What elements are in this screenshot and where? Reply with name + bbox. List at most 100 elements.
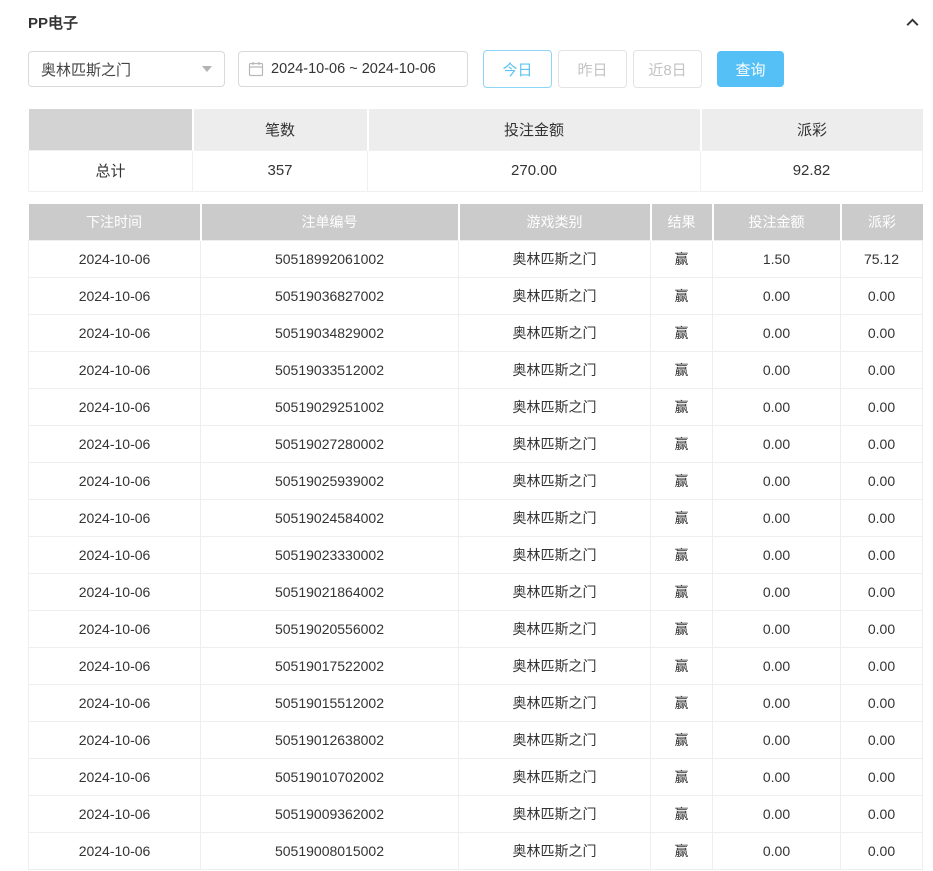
cell-order-id: 50519029251002 — [201, 389, 459, 426]
cell-bet-time: 2024-10-06 — [29, 537, 201, 574]
cell-result: 赢 — [651, 833, 713, 870]
cell-bet-time: 2024-10-06 — [29, 722, 201, 759]
col-header-bet-time: 下注时间 — [29, 204, 201, 241]
cell-order-id: 50518992061002 — [201, 241, 459, 278]
col-header-payout: 派彩 — [841, 204, 923, 241]
table-row: 2024-10-0650519033512002奥林匹斯之门赢0.000.00 — [29, 352, 923, 389]
table-row: 2024-10-0650519012638002奥林匹斯之门赢0.000.00 — [29, 722, 923, 759]
summary-total-count: 357 — [193, 150, 368, 191]
summary-total-bet-amount: 270.00 — [368, 150, 701, 191]
cell-game-type: 奥林匹斯之门 — [459, 648, 651, 685]
cell-bet-time: 2024-10-06 — [29, 389, 201, 426]
cell-result: 赢 — [651, 574, 713, 611]
cell-game-type: 奥林匹斯之门 — [459, 685, 651, 722]
query-button[interactable]: 查询 — [717, 51, 784, 87]
cell-bet-amount: 0.00 — [713, 722, 841, 759]
date-range-input[interactable]: 2024-10-06 ~ 2024-10-06 — [238, 51, 468, 87]
calendar-icon — [248, 61, 264, 77]
cell-bet-amount: 0.00 — [713, 278, 841, 315]
cell-order-id: 50519017522002 — [201, 648, 459, 685]
cell-bet-time: 2024-10-06 — [29, 648, 201, 685]
cell-game-type: 奥林匹斯之门 — [459, 241, 651, 278]
summary-header-count: 笔数 — [193, 109, 368, 150]
summary-header-payout: 派彩 — [701, 109, 923, 150]
cell-order-id: 50519008015002 — [201, 833, 459, 870]
col-header-result: 结果 — [651, 204, 713, 241]
game-select[interactable]: 奥林匹斯之门 — [28, 51, 225, 87]
cell-bet-amount: 0.00 — [713, 500, 841, 537]
table-row: 2024-10-0650519017522002奥林匹斯之门赢0.000.00 — [29, 648, 923, 685]
cell-bet-time: 2024-10-06 — [29, 315, 201, 352]
cell-payout: 0.00 — [841, 278, 923, 315]
summary-corner-cell — [29, 109, 193, 150]
cell-bet-amount: 0.00 — [713, 463, 841, 500]
col-header-order-id: 注单编号 — [201, 204, 459, 241]
pp-electronic-panel: PP电子 奥林匹斯之门 2024-10-06 ~ 2024-10-06 今日 昨… — [0, 0, 933, 870]
cell-order-id: 50519024584002 — [201, 500, 459, 537]
cell-game-type: 奥林匹斯之门 — [459, 537, 651, 574]
cell-result: 赢 — [651, 315, 713, 352]
cell-payout: 0.00 — [841, 833, 923, 870]
cell-bet-amount: 0.00 — [713, 685, 841, 722]
cell-bet-amount: 0.00 — [713, 574, 841, 611]
cell-payout: 75.12 — [841, 241, 923, 278]
cell-order-id: 50519036827002 — [201, 278, 459, 315]
records-header-row: 下注时间注单编号游戏类别结果投注金额派彩 — [29, 204, 923, 241]
cell-bet-amount: 0.00 — [713, 759, 841, 796]
records-body: 2024-10-0650518992061002奥林匹斯之门赢1.5075.12… — [29, 241, 923, 870]
cell-payout: 0.00 — [841, 389, 923, 426]
cell-order-id: 50519034829002 — [201, 315, 459, 352]
table-row: 2024-10-0650519015512002奥林匹斯之门赢0.000.00 — [29, 685, 923, 722]
cell-payout: 0.00 — [841, 426, 923, 463]
cell-result: 赢 — [651, 389, 713, 426]
cell-bet-time: 2024-10-06 — [29, 574, 201, 611]
cell-result: 赢 — [651, 648, 713, 685]
cell-order-id: 50519020556002 — [201, 611, 459, 648]
cell-payout: 0.00 — [841, 685, 923, 722]
cell-bet-time: 2024-10-06 — [29, 426, 201, 463]
cell-bet-time: 2024-10-06 — [29, 500, 201, 537]
cell-result: 赢 — [651, 500, 713, 537]
cell-game-type: 奥林匹斯之门 — [459, 352, 651, 389]
cell-result: 赢 — [651, 352, 713, 389]
cell-payout: 0.00 — [841, 611, 923, 648]
cell-payout: 0.00 — [841, 648, 923, 685]
cell-bet-amount: 0.00 — [713, 648, 841, 685]
records-table: 下注时间注单编号游戏类别结果投注金额派彩 2024-10-06505189920… — [28, 204, 923, 871]
table-row: 2024-10-0650519010702002奥林匹斯之门赢0.000.00 — [29, 759, 923, 796]
summary-total-row: 总计 357 270.00 92.82 — [29, 150, 923, 191]
cell-order-id: 50519025939002 — [201, 463, 459, 500]
chevron-up-icon[interactable] — [902, 12, 922, 32]
cell-bet-amount: 0.00 — [713, 389, 841, 426]
date-range-value: 2024-10-06 ~ 2024-10-06 — [271, 61, 436, 77]
table-row: 2024-10-0650519009362002奥林匹斯之门赢0.000.00 — [29, 796, 923, 833]
cell-order-id: 50519010702002 — [201, 759, 459, 796]
chevron-down-icon — [202, 66, 212, 72]
cell-bet-time: 2024-10-06 — [29, 685, 201, 722]
cell-bet-amount: 0.00 — [713, 315, 841, 352]
cell-bet-amount: 0.00 — [713, 833, 841, 870]
cell-game-type: 奥林匹斯之门 — [459, 796, 651, 833]
quick-button-last8days[interactable]: 近8日 — [633, 50, 702, 88]
col-header-bet-amount: 投注金额 — [713, 204, 841, 241]
cell-result: 赢 — [651, 722, 713, 759]
cell-bet-time: 2024-10-06 — [29, 278, 201, 315]
cell-bet-time: 2024-10-06 — [29, 796, 201, 833]
game-select-value: 奥林匹斯之门 — [41, 59, 131, 80]
cell-result: 赢 — [651, 537, 713, 574]
summary-total-payout: 92.82 — [701, 150, 923, 191]
quick-button-today[interactable]: 今日 — [483, 50, 552, 88]
table-row: 2024-10-0650519021864002奥林匹斯之门赢0.000.00 — [29, 574, 923, 611]
summary-total-label: 总计 — [29, 150, 193, 191]
table-row: 2024-10-0650519023330002奥林匹斯之门赢0.000.00 — [29, 537, 923, 574]
summary-header-row: 笔数 投注金额 派彩 — [29, 109, 923, 150]
table-row: 2024-10-0650519008015002奥林匹斯之门赢0.000.00 — [29, 833, 923, 870]
page-title: PP电子 — [28, 12, 78, 33]
cell-bet-time: 2024-10-06 — [29, 759, 201, 796]
cell-result: 赢 — [651, 759, 713, 796]
quick-button-yesterday[interactable]: 昨日 — [558, 50, 627, 88]
cell-bet-amount: 0.00 — [713, 426, 841, 463]
cell-game-type: 奥林匹斯之门 — [459, 315, 651, 352]
cell-payout: 0.00 — [841, 796, 923, 833]
table-row: 2024-10-0650519034829002奥林匹斯之门赢0.000.00 — [29, 315, 923, 352]
